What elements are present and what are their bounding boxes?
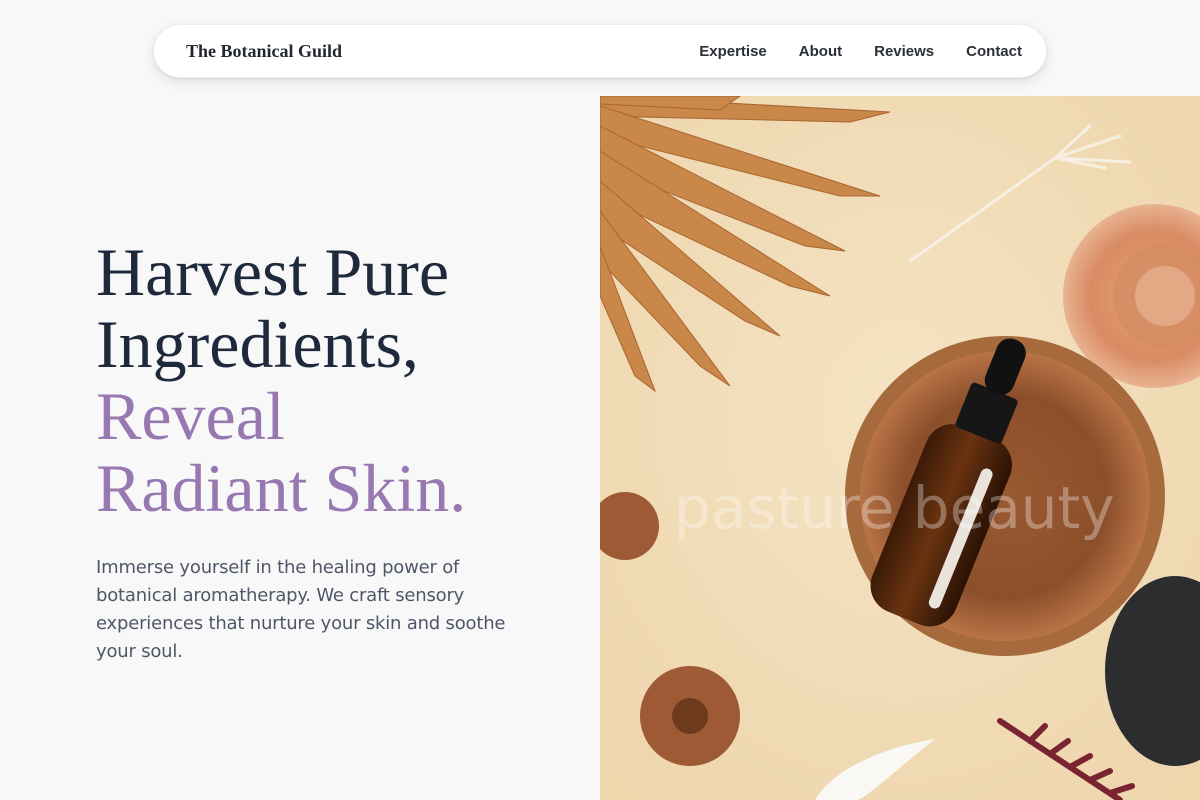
nav-link-about[interactable]: About <box>799 43 842 60</box>
headline-line-2: Ingredients, <box>96 306 419 382</box>
image-watermark: pasture beauty <box>674 474 1115 542</box>
product-photo-illustration <box>600 96 1200 800</box>
headline-line-3: Reveal <box>96 378 285 454</box>
main-menu: Expertise About Reviews Contact <box>699 43 1022 60</box>
nav-link-reviews[interactable]: Reviews <box>874 43 934 60</box>
hero-text: Harvest Pure Ingredients, Reveal Radiant… <box>96 236 536 684</box>
hero-product-image: pasture beauty <box>600 96 1200 800</box>
nav-link-contact[interactable]: Contact <box>966 43 1022 60</box>
headline-line-4: Radiant Skin. <box>96 450 467 526</box>
nav-link-expertise[interactable]: Expertise <box>699 43 767 60</box>
top-navigation: The Botanical Guild Expertise About Revi… <box>153 24 1047 78</box>
hero-headline: Harvest Pure Ingredients, Reveal Radiant… <box>96 236 536 524</box>
headline-line-1: Harvest Pure <box>96 234 450 310</box>
brand-logo[interactable]: The Botanical Guild <box>186 41 342 62</box>
hero-description: Immerse yourself in the healing power of… <box>96 557 506 662</box>
